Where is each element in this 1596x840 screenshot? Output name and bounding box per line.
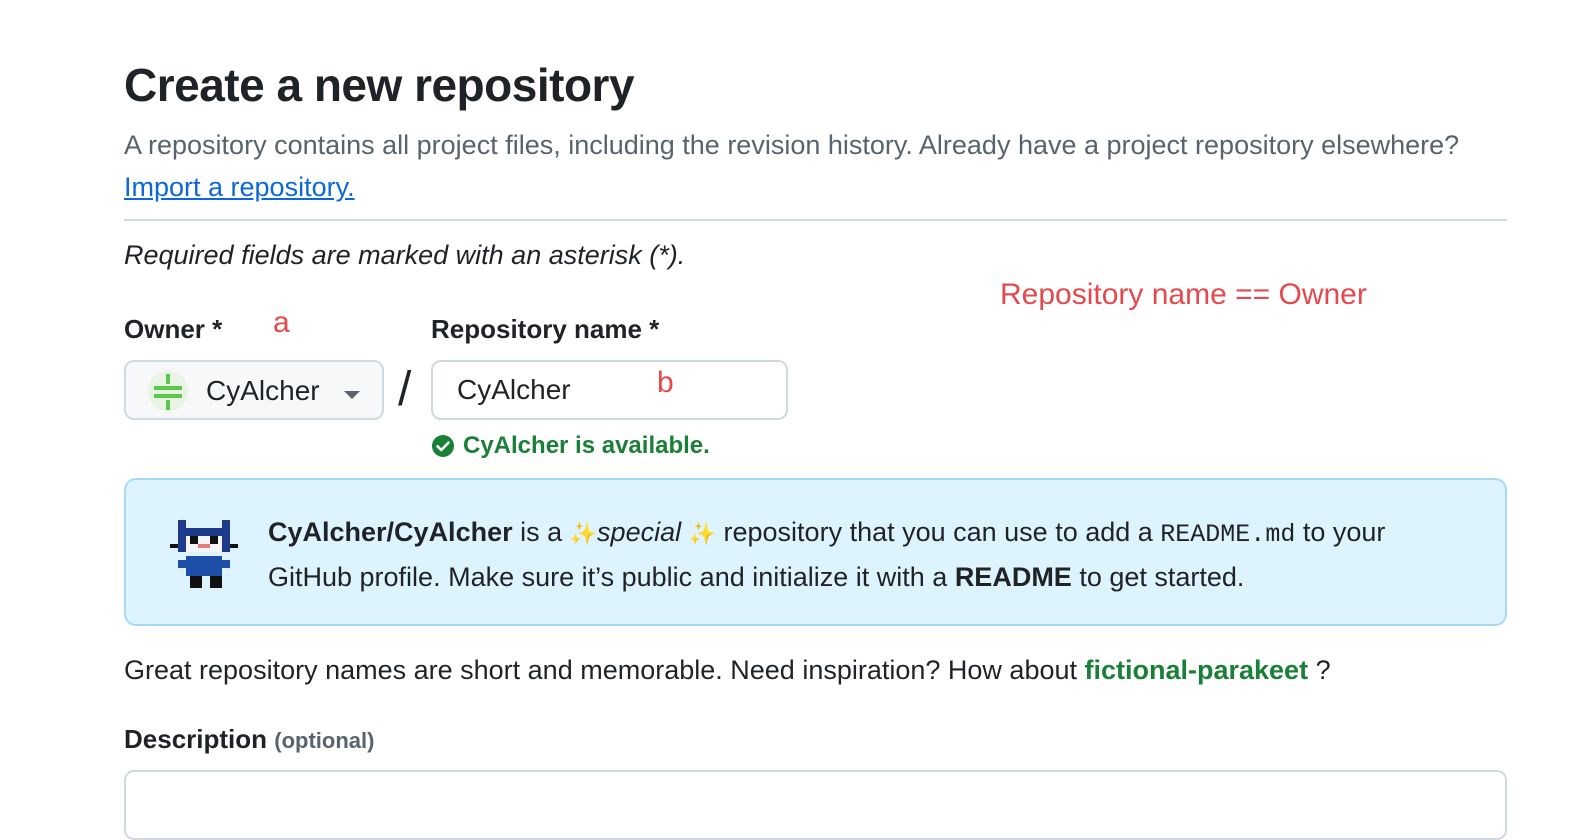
repository-name-label: Repository name * [431,314,660,344]
callout-text-part: to get started. [1071,562,1245,592]
owner-dropdown-button[interactable]: CyAlcher [124,360,384,420]
description-label: Description (optional) [124,724,374,755]
availability-status: CyAlcher is available. [431,432,710,460]
import-repository-link[interactable]: Import a repository. [124,172,355,202]
hint-text: Great repository names are short and mem… [124,655,1085,685]
optional-tag: (optional) [274,728,375,753]
availability-text: CyAlcher is available. [463,432,710,459]
profile-readme-callout: CyAlcher/CyAlcher is a ✨special ✨ reposi… [124,478,1507,626]
required-fields-note: Required fields are marked with an aster… [124,240,686,270]
hint-end: ? [1308,655,1331,685]
intro-text: A repository contains all project files,… [124,130,1460,160]
readme-filename: README.md [1160,520,1296,549]
name-inspiration-hint: Great repository names are short and mem… [124,655,1331,686]
description-input[interactable] [124,770,1507,840]
description-label-text: Description [124,724,268,754]
sparkle-icon: ✨ [569,521,598,546]
octocat-mascot-icon [170,520,238,588]
special-emphasis: special [597,517,682,547]
repository-name-input[interactable] [431,360,788,420]
caret-down-icon [344,391,360,399]
owner-repo-separator: / [398,363,412,416]
readme-emphasis: README [954,562,1072,592]
profile-repo-path: CyAlcher/CyAlcher [268,517,513,547]
annotation-equality-note: Repository name == Owner [1000,278,1367,311]
owner-label: Owner * [124,314,223,344]
annotation-owner-marker: a [273,306,290,339]
header-divider [124,219,1507,221]
callout-text-part: repository that you can use to add a [716,517,1161,547]
owner-name: CyAlcher [206,375,320,406]
identicon-avatar [148,371,188,411]
sparkle-icon: ✨ [688,521,717,546]
page-title: Create a new repository [124,59,635,111]
annotation-name-marker: b [657,366,674,399]
check-circle-icon [432,435,454,457]
callout-text-part: is a [512,517,570,547]
callout-text: CyAlcher/CyAlcher is a ✨special ✨ reposi… [268,511,1468,598]
suggested-name-link[interactable]: fictional-parakeet [1085,655,1309,685]
page-intro: A repository contains all project files,… [124,124,1524,208]
